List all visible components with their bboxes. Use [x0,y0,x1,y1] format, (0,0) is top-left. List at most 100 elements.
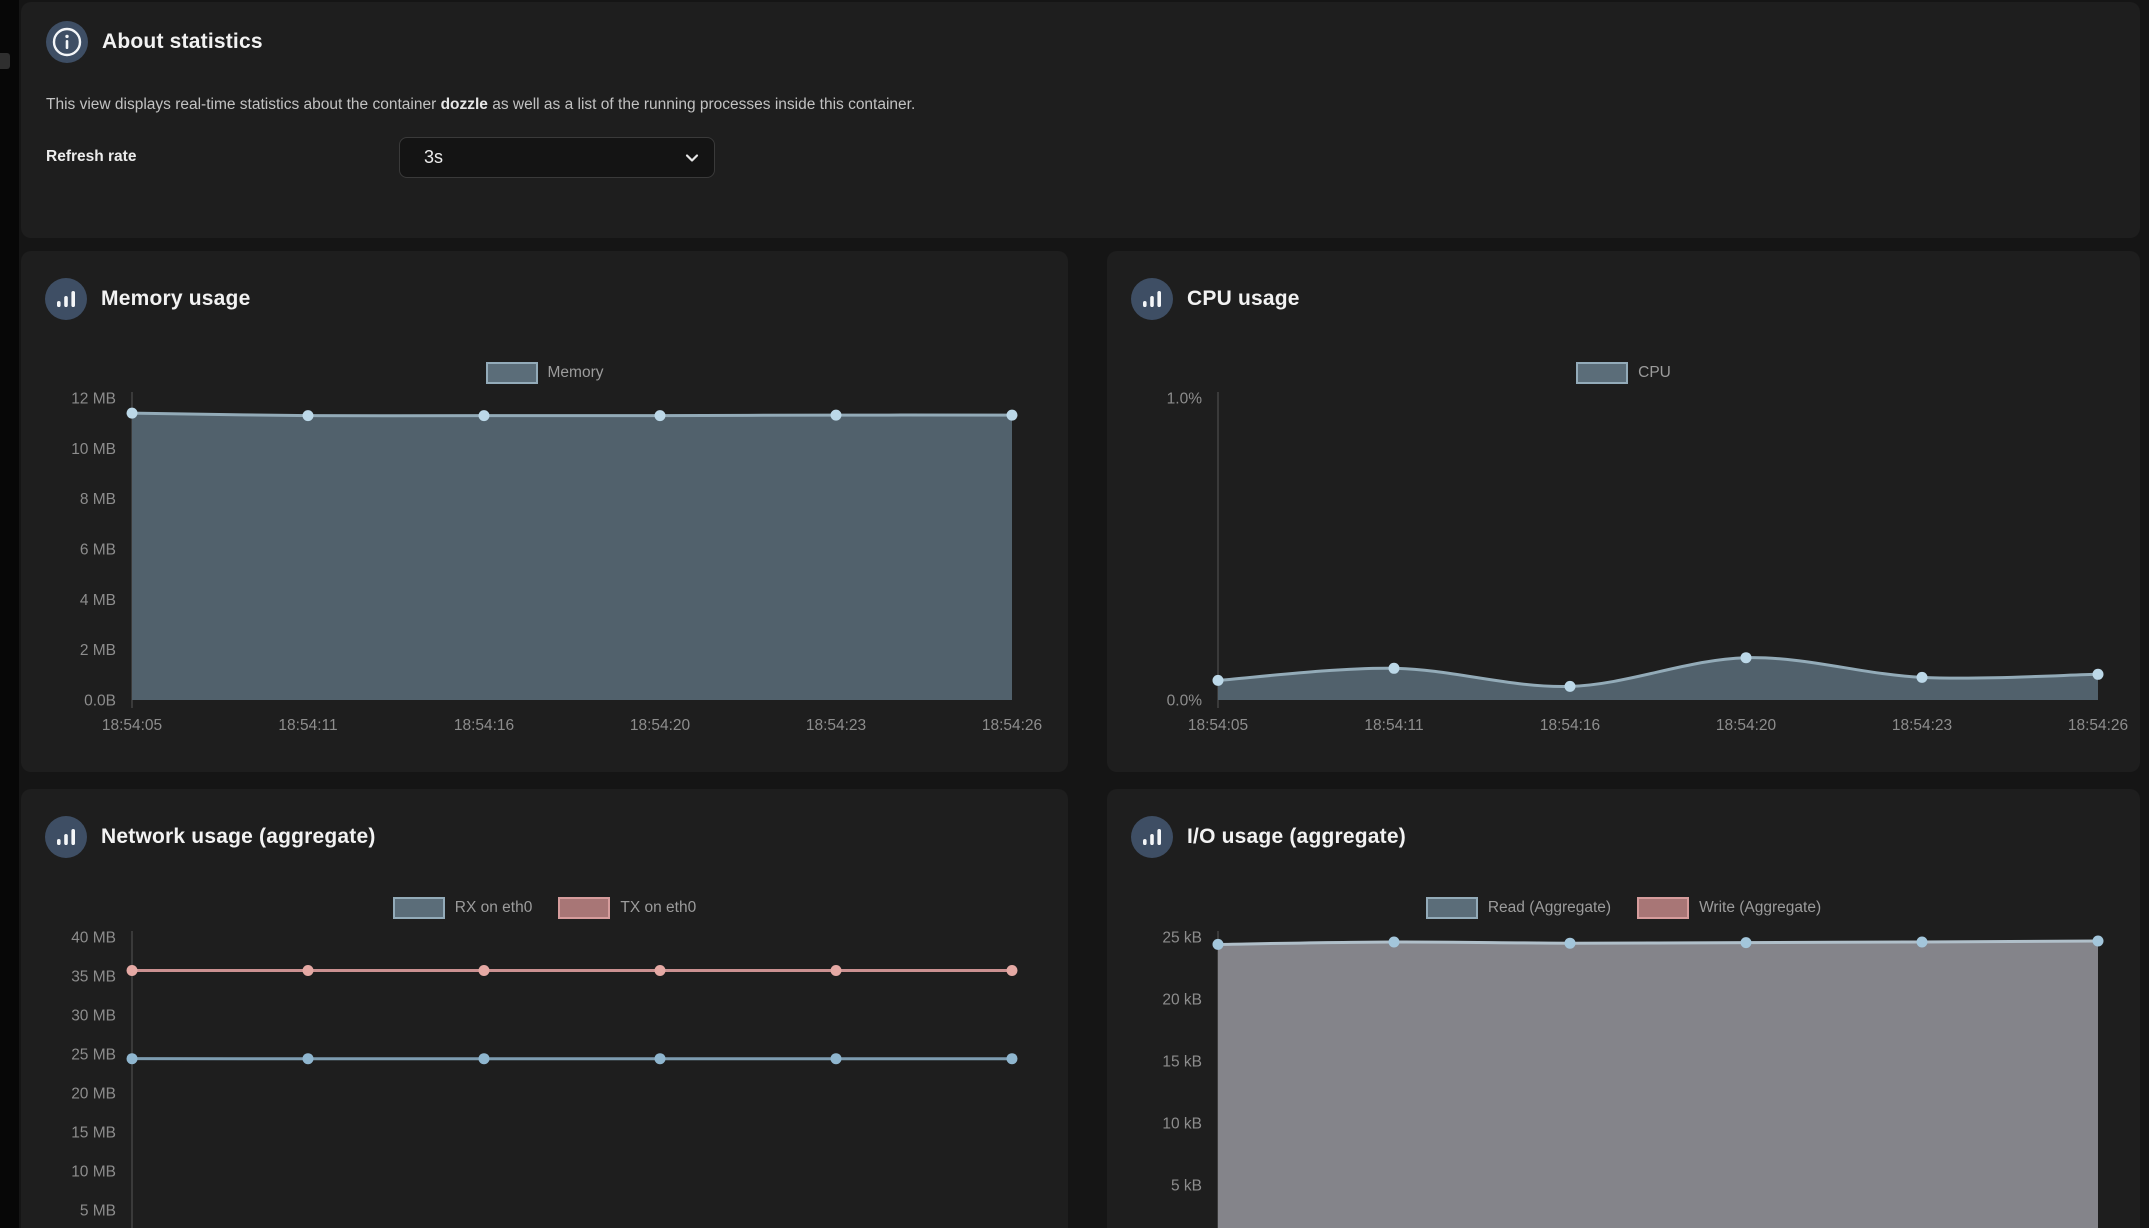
chart-area-fill [132,413,1012,700]
chart-point [1741,937,1752,948]
legend-entry[interactable]: Write (Aggregate) [1637,897,1821,919]
chart-point [1389,663,1400,674]
x-axis-label: 18:54:11 [278,717,337,734]
bar-chart-icon [1131,816,1173,858]
chart-point [303,1053,314,1064]
x-axis-label: 18:54:16 [1540,717,1600,734]
chart-point [127,408,138,419]
y-tick-label: 10 MB [71,441,116,458]
y-tick-label: 20 MB [71,1086,116,1103]
chart-point [831,1053,842,1064]
chart-point [1565,938,1576,949]
about-statistics-panel: About statistics This view displays real… [21,2,2140,238]
legend-entry[interactable]: TX on eth0 [558,897,696,919]
x-axis-label: 18:54:05 [1188,717,1248,734]
y-tick-label: 20 kB [1162,992,1202,1009]
legend-entry[interactable]: Read (Aggregate) [1426,897,1611,919]
chart-point [1565,681,1576,692]
y-tick-label: 0.0B [84,693,116,710]
legend-entry[interactable]: CPU [1576,362,1671,384]
chart-point [2093,669,2104,680]
legend-label: TX on eth0 [620,899,696,917]
chart-canvas: 12 MB 10 MB 8 MB 6 MB 4 MB 2 MB 0.0B 18:54:05 18… [45,386,1045,741]
about-description: This view displays real-time statistics … [46,95,2115,116]
chart-point [127,1053,138,1064]
info-icon [46,21,88,63]
chart-point [303,965,314,976]
chart-point [1917,937,1928,948]
x-axis-label: 18:54:20 [630,717,691,734]
y-tick-label: 25 kB [1162,930,1202,947]
chart-point [1007,410,1018,421]
io-usage-panel: I/O usage (aggregate) Read (Aggregate) Wr… [1107,789,2140,1228]
chart-line [132,413,1012,416]
chart-point [655,410,666,421]
y-tick-label: 5 MB [80,1203,116,1220]
chart-legend: RX on eth0 TX on eth0 [45,897,1044,919]
y-tick-label: 25 MB [71,1047,116,1064]
chart-title: Network usage (aggregate) [101,825,376,849]
chart-legend: CPU [1131,362,2116,384]
legend-swatch [1426,897,1478,919]
chart-point [127,965,138,976]
chart-canvas: 25 kB 20 kB 15 kB 10 kB 5 kB [1131,921,2131,1228]
x-axis-label: 18:54:23 [806,717,866,734]
description-suffix: as well as a list of the running process… [488,96,915,113]
chart-point [1213,939,1224,950]
y-tick-label: 4 MB [80,592,116,609]
chart-title: I/O usage (aggregate) [1187,825,1406,849]
legend-label: Read (Aggregate) [1488,899,1611,917]
charts-grid: Memory usage Memory 12 MB 10 MB 8 MB 6 MB 4 … [21,251,2140,1228]
x-axis-label: 18:54:23 [1892,717,1952,734]
legend-entry[interactable]: RX on eth0 [393,897,533,919]
legend-entry[interactable]: Memory [486,362,604,384]
legend-swatch [1576,362,1628,384]
chart-header: Memory usage [45,278,1044,320]
chart-area-fill [1218,941,2098,1228]
y-tick-label: 15 MB [71,1125,116,1142]
legend-label: Write (Aggregate) [1699,899,1821,917]
x-axis-label: 18:54:16 [454,717,514,734]
y-tick-label: 2 MB [80,642,116,659]
y-tick-label: 15 kB [1162,1054,1202,1071]
about-header: About statistics [46,21,2115,63]
y-tick-label: 8 MB [80,491,116,508]
y-tick-label: 5 kB [1171,1178,1202,1195]
stats-page: About statistics This view displays real… [21,0,2140,1228]
y-tick-label: 0.0% [1167,693,1203,710]
y-tick-label: 6 MB [80,542,116,559]
x-axis-label: 18:54:26 [982,717,1042,734]
chart-point [1007,965,1018,976]
y-tick-label: 10 kB [1162,1116,1202,1133]
bar-chart-icon [45,816,87,858]
legend-swatch [558,897,610,919]
chart-point [1741,652,1752,663]
x-axis-label: 18:54:26 [2068,717,2128,734]
chart-point [655,1053,666,1064]
chart-point [1213,675,1224,686]
chart-point [479,1053,490,1064]
memory-usage-panel: Memory usage Memory 12 MB 10 MB 8 MB 6 MB 4 … [21,251,1068,772]
legend-swatch [393,897,445,919]
x-axis-label: 18:54:05 [102,717,162,734]
bar-chart-icon [45,278,87,320]
chart-title: Memory usage [101,287,250,311]
legend-label: RX on eth0 [455,899,533,917]
chart-legend: Memory [45,362,1044,384]
chart-point [831,410,842,421]
chart-header: Network usage (aggregate) [45,816,1044,858]
chart-point [2093,936,2104,947]
refresh-rate-row: Refresh rate 3s [46,137,2115,178]
legend-swatch [1637,897,1689,919]
container-name: dozzle [441,96,488,113]
network-usage-panel: Network usage (aggregate) RX on eth0 TX o… [21,789,1068,1228]
refresh-rate-label: Refresh rate [46,148,399,166]
y-tick-label: 12 MB [71,391,116,408]
refresh-rate-select[interactable]: 3s [399,137,715,178]
y-tick-label: 10 MB [71,1164,116,1181]
y-tick-label: 40 MB [71,930,116,947]
y-tick-label: 1.0% [1167,391,1203,408]
chart-point [655,965,666,976]
chart-title: CPU usage [1187,287,1300,311]
description-prefix: This view displays real-time statistics … [46,96,441,113]
